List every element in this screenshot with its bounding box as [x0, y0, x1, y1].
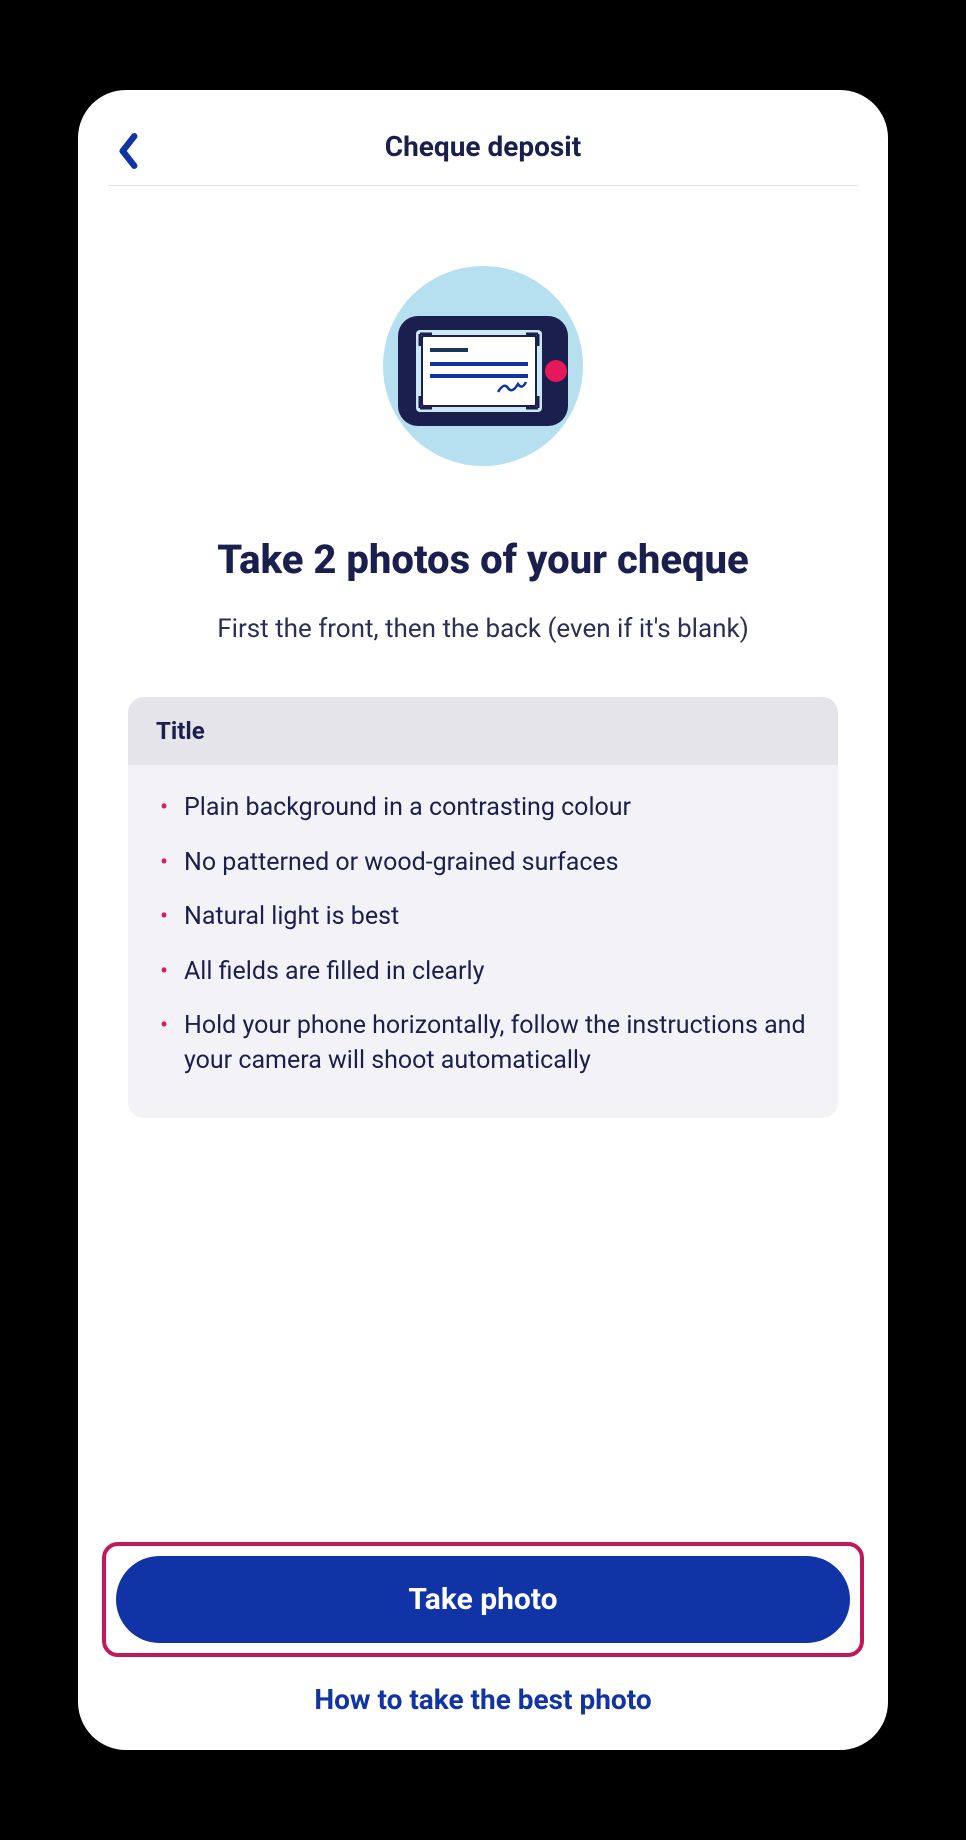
- list-item: Plain background in a contrasting colour: [156, 791, 810, 826]
- back-button[interactable]: [116, 132, 142, 170]
- phone-cheque-scan-illustration: [358, 256, 608, 476]
- list-item: Hold your phone horizontally, follow the…: [156, 1009, 810, 1078]
- list-item: No patterned or wood-grained surfaces: [156, 846, 810, 881]
- header: Cheque deposit: [108, 130, 858, 186]
- page-title: Cheque deposit: [385, 130, 581, 163]
- phone-frame: Cheque deposit: [78, 90, 888, 1750]
- primary-button-highlight: Take photo: [102, 1542, 864, 1657]
- list-item: Natural light is best: [156, 900, 810, 935]
- list-item: All fields are filled in clearly: [156, 955, 810, 990]
- main-heading: Take 2 photos of your cheque: [108, 536, 858, 583]
- tips-list: Plain background in a contrasting colour…: [156, 791, 810, 1078]
- tips-card: Title Plain background in a contrasting …: [128, 697, 838, 1118]
- how-to-link[interactable]: How to take the best photo: [108, 1675, 858, 1720]
- back-chevron-icon: [116, 132, 142, 170]
- sub-heading: First the front, then the back (even if …: [108, 611, 858, 647]
- tips-title-bar: Title: [128, 697, 838, 765]
- screen: Cheque deposit: [78, 90, 888, 1750]
- tips-body: Plain background in a contrasting colour…: [128, 765, 838, 1118]
- take-photo-button[interactable]: Take photo: [116, 1556, 850, 1643]
- tips-title: Title: [156, 717, 810, 745]
- spacer: [108, 1118, 858, 1542]
- illustration-container: [108, 256, 858, 476]
